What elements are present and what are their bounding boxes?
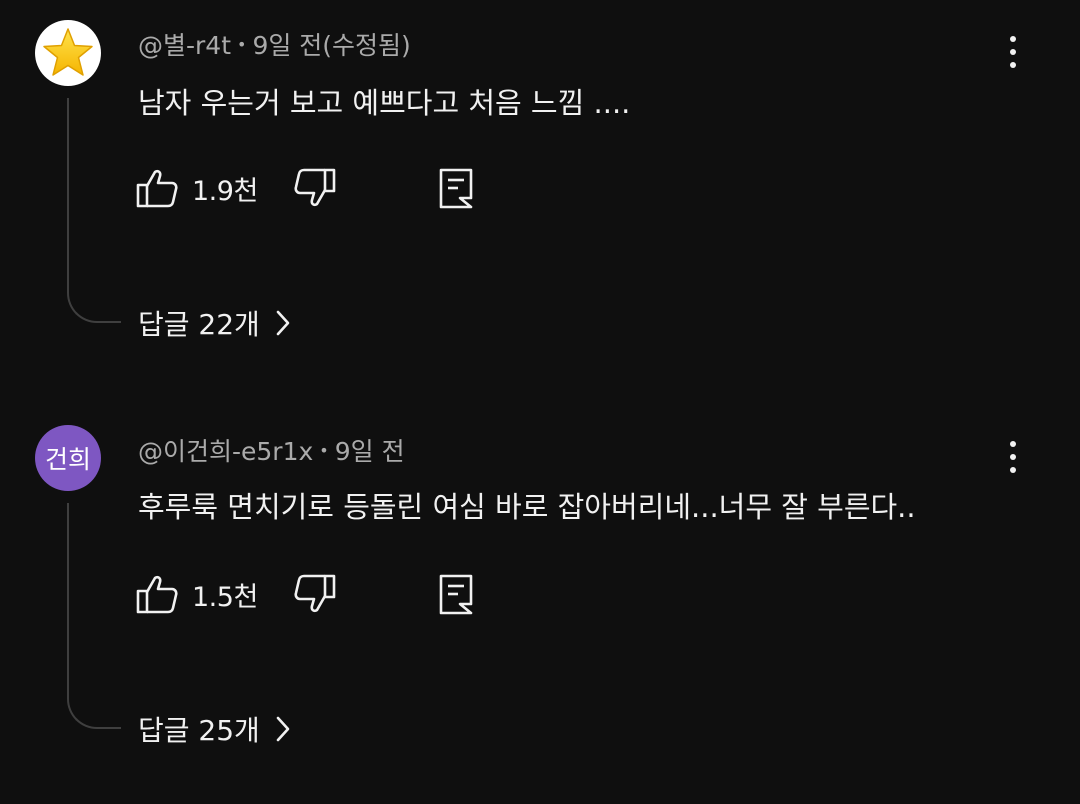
thumbs-up-icon [136, 169, 178, 208]
reply-icon [439, 168, 473, 209]
replies-link[interactable]: 답글 22개 [138, 303, 290, 343]
like-button[interactable]: 1.5천 [136, 572, 258, 616]
comment-actions: 1.5천 [136, 572, 496, 616]
star-icon [43, 28, 93, 76]
like-count: 1.5천 [192, 581, 258, 613]
more-vertical-icon [1010, 441, 1016, 447]
comment-time: 9일 전 [334, 437, 405, 466]
reply-button[interactable] [438, 166, 474, 210]
comment-2: 건희 @이건희-e5r1x • 9일 전 후루룩 면치기로 등돌린 여심 바로 잡아… [0, 400, 1080, 804]
comment-meta: @이건희-e5r1x • 9일 전 [138, 432, 405, 468]
more-dot [1010, 62, 1016, 68]
like-button[interactable]: 1.9천 [136, 166, 258, 210]
reply-button[interactable] [438, 572, 474, 616]
meta-separator: • [237, 35, 247, 54]
thread-line [67, 98, 121, 323]
thread-line [67, 503, 121, 729]
more-dot [1010, 49, 1016, 55]
comment-1: @별-r4t • 9일 전(수정됨) 남자 우는거 보고 예쁘다고 처음 느낌 ..… [0, 0, 1080, 380]
dislike-button[interactable] [294, 572, 336, 616]
reply-icon [439, 574, 473, 615]
avatar-initials: 건희 [44, 445, 91, 474]
more-dot [1010, 454, 1016, 460]
comment-actions: 1.9천 [136, 166, 496, 210]
dislike-button[interactable] [294, 166, 336, 210]
more-vertical-icon [1010, 36, 1016, 42]
thumbs-down-icon [294, 574, 336, 613]
chevron-right-icon [276, 716, 290, 742]
more-options-button[interactable] [998, 437, 1028, 477]
replies-link[interactable]: 답글 25개 [138, 709, 290, 749]
avatar[interactable] [35, 20, 101, 86]
replies-label: 답글 25개 [138, 714, 260, 747]
author-handle[interactable]: @이건희-e5r1x [138, 437, 313, 466]
chevron-right-icon [276, 310, 290, 336]
comment-text: 남자 우는거 보고 예쁘다고 처음 느낌 .... [138, 86, 631, 120]
comment-time: 9일 전(수정됨) [252, 31, 411, 60]
more-options-button[interactable] [998, 32, 1028, 72]
thumbs-up-icon [136, 575, 178, 614]
like-count: 1.9천 [192, 175, 258, 207]
author-handle[interactable]: @별-r4t [138, 31, 231, 60]
replies-label: 답글 22개 [138, 308, 260, 341]
avatar[interactable]: 건희 [35, 425, 101, 491]
comment-meta: @별-r4t • 9일 전(수정됨) [138, 26, 411, 62]
comment-text: 후루룩 면치기로 등돌린 여심 바로 잡아버리네...너무 잘 부른다.. [138, 490, 916, 524]
meta-separator: • [319, 441, 329, 460]
more-dot [1010, 467, 1016, 473]
thumbs-down-icon [294, 168, 336, 207]
